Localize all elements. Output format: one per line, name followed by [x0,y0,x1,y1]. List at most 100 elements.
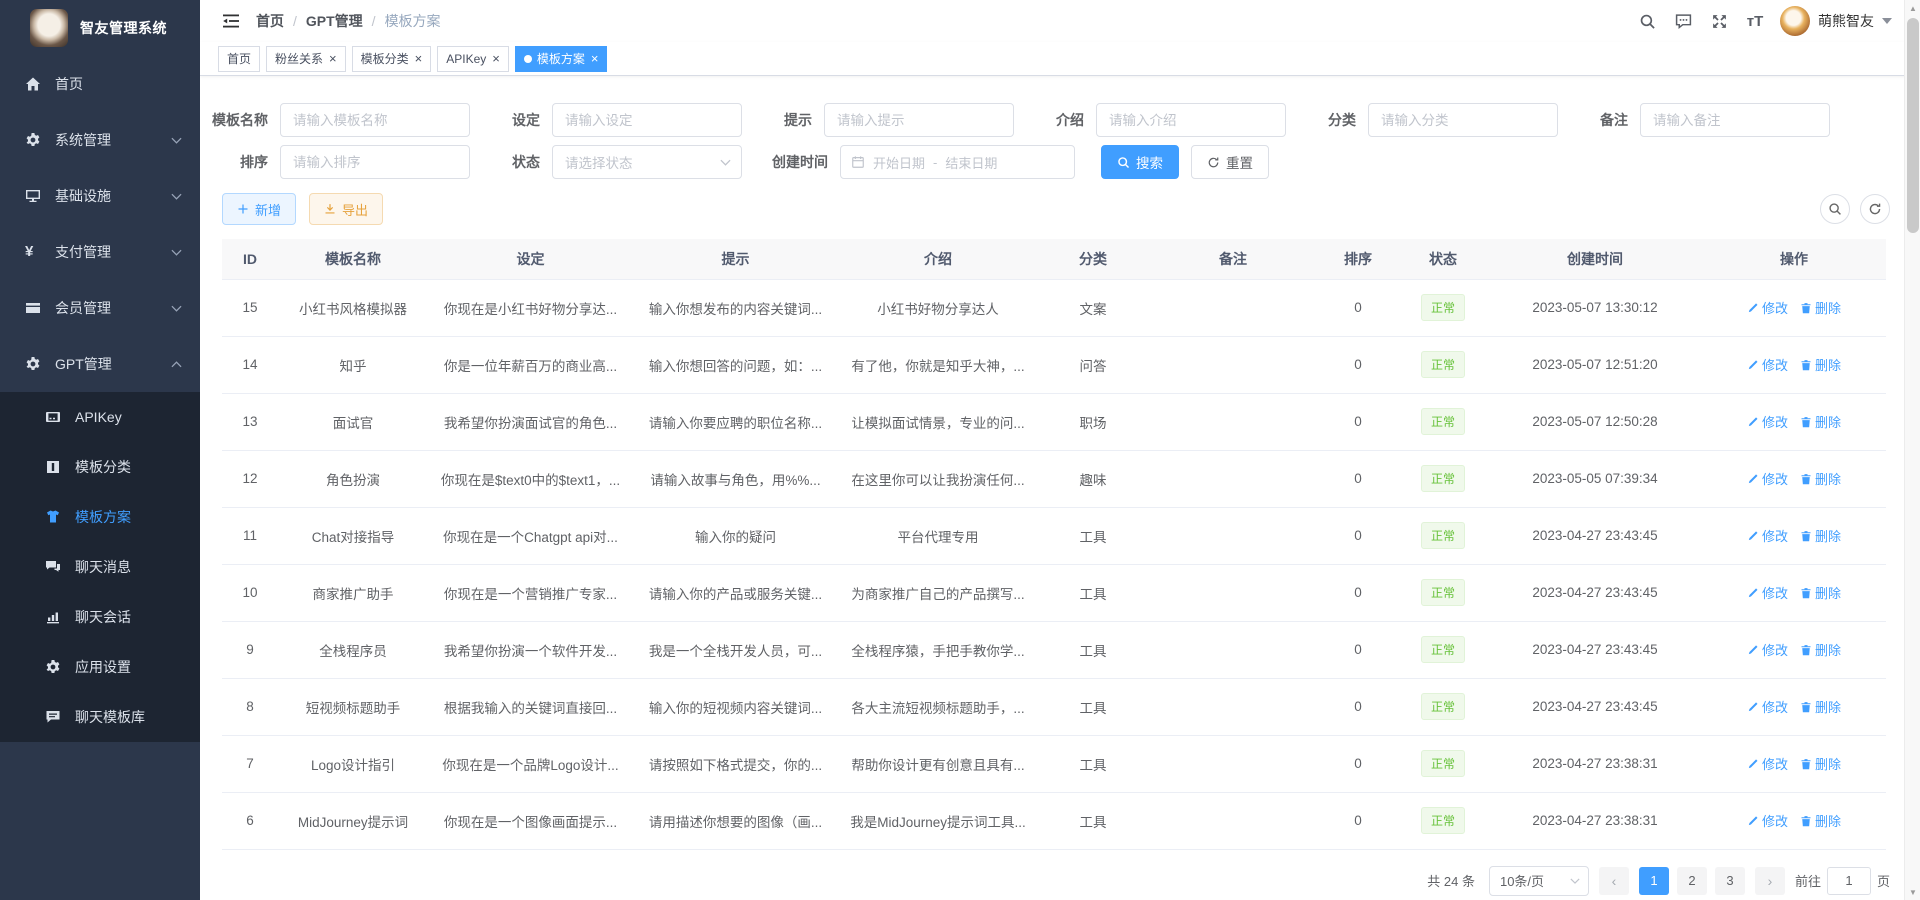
sidebar-item-chat-template-lib[interactable]: 聊天模板库 [0,692,200,742]
sidebar-item-system[interactable]: 系统管理 [0,112,200,168]
goto-page-input[interactable] [1827,867,1871,895]
edit-button[interactable]: 修改 [1747,811,1788,830]
content: 模板名称设定提示介绍分类备注 排序 状态 请选择状态 创建时间 开始日期 - [200,76,1920,896]
sidebar-item-infrastructure[interactable]: 基础设施 [0,168,200,224]
date-range-picker[interactable]: 开始日期 - 结束日期 [840,145,1075,179]
page-button-3[interactable]: 3 [1715,867,1745,895]
tab-close-icon[interactable]: × [329,52,337,65]
edit-button[interactable]: 修改 [1747,583,1788,602]
edit-button[interactable]: 修改 [1747,298,1788,317]
sidebar-item-template-category[interactable]: 模板分类 [0,442,200,492]
cell-sort: 0 [1318,564,1398,621]
delete-button[interactable]: 删除 [1800,526,1841,545]
category-input[interactable] [1368,103,1558,137]
chevron-down-icon [720,159,731,166]
sidebar-item-member[interactable]: 会员管理 [0,280,200,336]
delete-button[interactable]: 删除 [1800,697,1841,716]
cell-remark [1148,678,1318,735]
sidebar-item-apikey[interactable]: APIKey [0,392,200,442]
edit-button[interactable]: 修改 [1747,469,1788,488]
add-button[interactable]: 新增 [222,193,296,225]
tab-home[interactable]: 首页 [218,46,260,72]
delete-button[interactable]: 删除 [1800,754,1841,773]
tab-close-icon[interactable]: × [591,52,599,65]
search-button[interactable]: 搜索 [1101,145,1179,179]
sidebar-item-app-settings[interactable]: 应用设置 [0,642,200,692]
edit-button[interactable]: 修改 [1747,355,1788,374]
breadcrumb-item[interactable]: GPT管理 [306,11,363,31]
toggle-search-icon[interactable] [1820,194,1850,224]
setting-input[interactable] [552,103,742,137]
cell-intro: 小红书好物分享达人 [838,279,1038,336]
status-select[interactable]: 请选择状态 [552,145,742,179]
filter-remark: 备注 [1570,103,1842,137]
cell-id: 13 [222,393,278,450]
trash-icon [1800,302,1812,314]
edit-button[interactable]: 修改 [1747,697,1788,716]
fullscreen-icon[interactable] [1708,11,1730,31]
tab-close-icon[interactable]: × [415,52,423,65]
status-badge: 正常 [1421,408,1465,435]
sidebar-item-payment[interactable]: ¥支付管理 [0,224,200,280]
sidebar-item-template-plan[interactable]: 模板方案 [0,492,200,542]
table-header-row: ID模板名称设定提示介绍分类备注排序状态创建时间操作 [222,239,1886,279]
delete-button[interactable]: 删除 [1800,412,1841,431]
status-badge: 正常 [1421,294,1465,321]
delete-button[interactable]: 删除 [1800,355,1841,374]
edit-button[interactable]: 修改 [1747,640,1788,659]
tab-template-plan[interactable]: 模板方案× [515,46,608,72]
tab-fans-relation[interactable]: 粉丝关系× [266,46,346,72]
prompt-input[interactable] [824,103,1014,137]
page-scrollbar[interactable]: ▲ ▼ [1904,0,1920,900]
cell-status: 正常 [1398,450,1488,507]
sidebar: 智友管理系统 首页系统管理基础设施¥支付管理会员管理GPT管理APIKey模板分… [0,0,200,900]
export-button[interactable]: 导出 [309,193,383,225]
sidebar-item-chat-message[interactable]: 聊天消息 [0,542,200,592]
app-logo[interactable]: 智友管理系统 [0,0,200,56]
tab-close-icon[interactable]: × [492,52,500,65]
delete-button[interactable]: 删除 [1800,811,1841,830]
breadcrumb-item[interactable]: 首页 [256,11,284,31]
status-badge: 正常 [1421,693,1465,720]
date-end-placeholder: 结束日期 [945,153,997,172]
page-size-select[interactable]: 10条/页 [1489,866,1589,896]
scrollbar-down-arrow[interactable]: ▼ [1905,884,1920,900]
intro-input[interactable] [1096,103,1286,137]
cell-category: 工具 [1038,621,1148,678]
sidebar-item-chat-session[interactable]: 聊天会话 [0,592,200,642]
edit-icon [1747,530,1759,542]
cell-remark [1148,336,1318,393]
scrollbar-up-arrow[interactable]: ▲ [1905,0,1920,16]
delete-button[interactable]: 删除 [1800,469,1841,488]
delete-button[interactable]: 删除 [1800,640,1841,659]
tab-template-category[interactable]: 模板分类× [352,46,432,72]
page-button-1[interactable]: 1 [1639,867,1669,895]
page-button-2[interactable]: 2 [1677,867,1707,895]
delete-button[interactable]: 删除 [1800,298,1841,317]
sidebar-item-gpt[interactable]: GPT管理 [0,336,200,392]
user-menu[interactable]: 萌熊智友 [1780,6,1892,36]
sidebar-item-home[interactable]: 首页 [0,56,200,112]
prev-page-button[interactable]: ‹ [1599,867,1629,895]
tab-apikey[interactable]: APIKey× [437,46,509,72]
status-badge: 正常 [1421,465,1465,492]
remark-input[interactable] [1640,103,1830,137]
refresh-icon[interactable] [1860,194,1890,224]
template-name-input[interactable] [280,103,470,137]
collapse-sidebar-icon[interactable] [222,13,240,29]
search-icon[interactable] [1636,11,1658,31]
font-size-icon[interactable]: тT [1744,11,1766,31]
edit-button[interactable]: 修改 [1747,754,1788,773]
sort-input[interactable] [280,145,470,179]
cell-created: 2023-04-27 23:38:31 [1488,735,1702,792]
column-header: 介绍 [838,239,1038,279]
message-icon[interactable] [1672,11,1694,31]
cell-name: Logo设计指引 [278,735,428,792]
edit-button[interactable]: 修改 [1747,526,1788,545]
cell-setting: 你现在是小红书好物分享达... [428,279,633,336]
delete-button[interactable]: 删除 [1800,583,1841,602]
reset-button[interactable]: 重置 [1191,145,1269,179]
scrollbar-thumb[interactable] [1907,18,1919,233]
next-page-button[interactable]: › [1755,867,1785,895]
edit-button[interactable]: 修改 [1747,412,1788,431]
